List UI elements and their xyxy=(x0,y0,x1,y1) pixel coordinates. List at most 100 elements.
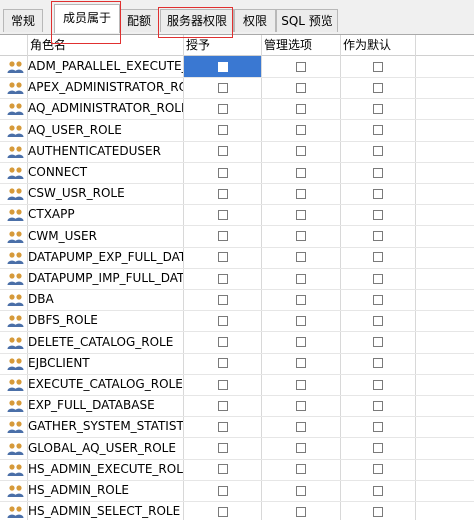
table-row[interactable]: ADM_PARALLEL_EXECUTE_TASK xyxy=(0,56,474,78)
granted-checkbox[interactable] xyxy=(217,231,228,242)
as-default-checkbox[interactable] xyxy=(373,315,383,326)
admin-option-checkbox[interactable] xyxy=(296,82,306,93)
table-row[interactable]: EXP_FULL_DATABASE xyxy=(0,395,474,418)
admin-option-checkbox[interactable] xyxy=(296,231,306,242)
table-row[interactable]: EXECUTE_CATALOG_ROLE xyxy=(0,374,474,396)
granted-checkbox[interactable] xyxy=(217,464,228,475)
as-default-checkbox[interactable] xyxy=(373,294,383,305)
table-row[interactable]: CONNECT xyxy=(0,162,474,184)
as-default-checkbox[interactable] xyxy=(373,125,383,136)
granted-checkbox[interactable] xyxy=(217,125,228,136)
as-default-checkbox[interactable] xyxy=(373,82,383,93)
granted-checkbox[interactable] xyxy=(217,379,228,390)
admin-option-checkbox[interactable] xyxy=(296,421,306,432)
admin-option-checkbox[interactable] xyxy=(296,125,306,136)
as-default-checkbox[interactable] xyxy=(373,358,383,369)
column-header-admin-option[interactable]: 管理选项 xyxy=(264,35,338,55)
granted-checkbox[interactable] xyxy=(217,252,228,263)
role-name-cell: CWM_USER xyxy=(28,228,97,243)
granted-checkbox[interactable] xyxy=(217,188,228,199)
admin-option-checkbox[interactable] xyxy=(296,464,306,475)
as-default-checkbox[interactable] xyxy=(373,421,383,432)
tab-server-privileges[interactable]: 服务器权限 xyxy=(160,9,234,32)
admin-option-checkbox[interactable] xyxy=(296,61,306,72)
admin-option-checkbox[interactable] xyxy=(296,209,306,220)
as-default-checkbox[interactable] xyxy=(373,506,383,517)
granted-checkbox[interactable] xyxy=(217,443,228,454)
table-row[interactable]: HS_ADMIN_EXECUTE_ROLE xyxy=(0,459,474,481)
granted-checkbox[interactable] xyxy=(217,358,228,369)
granted-checkbox[interactable] xyxy=(217,209,228,220)
table-row[interactable]: HS_ADMIN_SELECT_ROLE xyxy=(0,501,474,520)
admin-option-checkbox[interactable] xyxy=(296,485,306,496)
granted-checkbox[interactable] xyxy=(217,421,228,432)
admin-option-checkbox[interactable] xyxy=(296,103,306,114)
as-default-checkbox[interactable] xyxy=(373,252,383,263)
as-default-checkbox[interactable] xyxy=(373,443,383,454)
admin-option-checkbox[interactable] xyxy=(296,167,306,178)
table-row[interactable]: DATAPUMP_EXP_FULL_DATABASE xyxy=(0,247,474,269)
table-row[interactable]: DATAPUMP_IMP_FULL_DATABASE xyxy=(0,268,474,290)
table-row[interactable]: DELETE_CATALOG_ROLE xyxy=(0,332,474,354)
admin-option-checkbox[interactable] xyxy=(296,379,306,390)
as-default-checkbox[interactable] xyxy=(373,103,383,114)
granted-checkbox[interactable] xyxy=(217,506,228,517)
table-row[interactable]: AQ_ADMINISTRATOR_ROLE xyxy=(0,98,474,121)
table-row[interactable]: DBFS_ROLE xyxy=(0,310,474,333)
as-default-checkbox[interactable] xyxy=(373,188,383,199)
admin-option-checkbox[interactable] xyxy=(296,188,306,199)
granted-checkbox[interactable] xyxy=(217,167,228,178)
as-default-checkbox[interactable] xyxy=(373,167,383,178)
granted-checkbox[interactable] xyxy=(217,400,228,411)
column-header-granted[interactable]: 授予 xyxy=(186,35,256,55)
admin-option-checkbox[interactable] xyxy=(296,506,306,517)
admin-option-checkbox[interactable] xyxy=(296,443,306,454)
tab-member-of[interactable]: 成员属于 xyxy=(54,4,120,33)
as-default-checkbox[interactable] xyxy=(373,337,383,348)
as-default-checkbox[interactable] xyxy=(373,464,383,475)
as-default-checkbox[interactable] xyxy=(373,231,383,242)
tab-privileges[interactable]: 权限 xyxy=(234,9,276,32)
tab-quota[interactable]: 配额 xyxy=(119,9,159,32)
table-row[interactable]: AUTHENTICATEDUSER xyxy=(0,141,474,163)
admin-option-checkbox[interactable] xyxy=(296,252,306,263)
admin-option-checkbox[interactable] xyxy=(296,400,306,411)
table-row[interactable]: CWM_USER xyxy=(0,226,474,248)
admin-option-checkbox[interactable] xyxy=(296,358,306,369)
as-default-checkbox[interactable] xyxy=(373,146,383,157)
as-default-checkbox[interactable] xyxy=(373,485,383,496)
tab-general[interactable]: 常规 xyxy=(3,9,43,32)
table-row[interactable]: CTXAPP xyxy=(0,204,474,227)
role-icon-cell xyxy=(0,204,26,225)
table-row[interactable]: GLOBAL_AQ_USER_ROLE xyxy=(0,438,474,460)
admin-option-checkbox[interactable] xyxy=(296,337,306,348)
table-row[interactable]: HS_ADMIN_ROLE xyxy=(0,480,474,502)
table-row[interactable]: EJBCLIENT xyxy=(0,353,474,375)
table-row[interactable]: APEX_ADMINISTRATOR_ROLE xyxy=(0,77,474,100)
granted-checkbox[interactable] xyxy=(217,315,228,326)
granted-checkbox[interactable] xyxy=(217,485,228,496)
admin-option-checkbox[interactable] xyxy=(296,146,306,157)
granted-checkbox[interactable] xyxy=(217,337,228,348)
as-default-checkbox[interactable] xyxy=(373,61,383,72)
table-row[interactable]: CSW_USR_ROLE xyxy=(0,183,474,206)
granted-checkbox[interactable] xyxy=(217,294,228,305)
as-default-checkbox[interactable] xyxy=(373,273,383,284)
as-default-checkbox[interactable] xyxy=(373,209,383,220)
table-row[interactable]: GATHER_SYSTEM_STATISTICS xyxy=(0,416,474,439)
granted-checkbox[interactable] xyxy=(217,273,228,284)
table-row[interactable]: DBA xyxy=(0,289,474,312)
granted-checkbox[interactable] xyxy=(217,103,228,114)
as-default-checkbox[interactable] xyxy=(373,400,383,411)
tab-sql-preview[interactable]: SQL 预览 xyxy=(276,9,338,32)
column-header-as-default[interactable]: 作为默认 xyxy=(343,35,413,55)
granted-checkbox[interactable] xyxy=(217,146,228,157)
admin-option-checkbox[interactable] xyxy=(296,294,306,305)
admin-option-checkbox[interactable] xyxy=(296,273,306,284)
admin-option-checkbox[interactable] xyxy=(296,315,306,326)
as-default-checkbox[interactable] xyxy=(373,379,383,390)
granted-checkbox[interactable] xyxy=(217,82,228,93)
granted-checkbox[interactable] xyxy=(217,61,228,72)
table-row[interactable]: AQ_USER_ROLE xyxy=(0,120,474,142)
column-header-role-name[interactable]: 角色名 xyxy=(30,35,180,55)
